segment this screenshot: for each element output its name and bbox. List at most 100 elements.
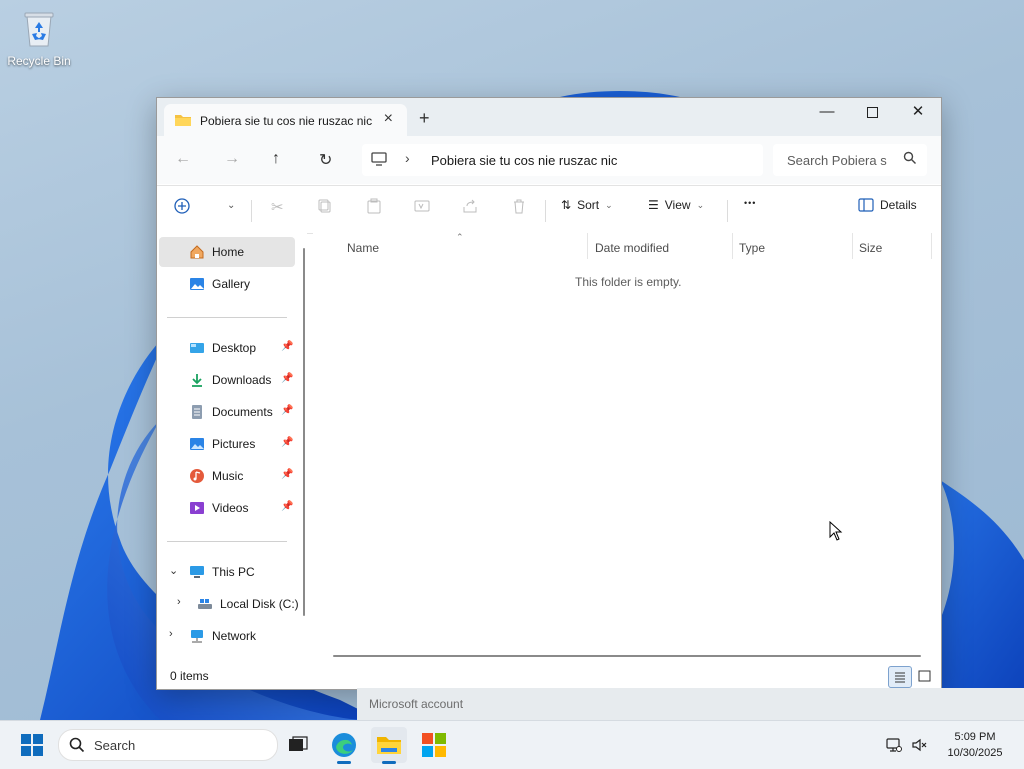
file-explorer-button[interactable]	[371, 727, 407, 764]
file-explorer-window: Pobiera sie tu cos nie ruszac nic × + — …	[156, 97, 942, 690]
details-button[interactable]: Details	[858, 198, 917, 212]
sidebar-item-label: Network	[212, 629, 257, 643]
network-status-icon[interactable]	[886, 737, 902, 756]
sidebar-item-label: Music	[212, 469, 244, 483]
recycle-bin-icon	[21, 8, 57, 48]
edge-button[interactable]	[326, 727, 362, 764]
horizontal-scrollbar[interactable]	[333, 655, 921, 657]
task-view-icon	[289, 736, 308, 751]
view-button[interactable]: ☰ View ⌄	[648, 198, 704, 212]
column-divider[interactable]	[732, 233, 733, 259]
microsoft-store-button[interactable]	[416, 727, 452, 763]
new-dropdown-chevron-icon[interactable]: ⌄	[227, 200, 235, 211]
sidebar-item-home[interactable]: Home	[159, 237, 295, 267]
downloads-icon	[189, 372, 205, 391]
close-tab-icon[interactable]: ×	[384, 110, 393, 128]
sidebar-item-downloads[interactable]: Downloads 📌	[159, 365, 295, 395]
search-box[interactable]: Search Pobiera sie tu cos nie ruszac nic	[773, 144, 927, 176]
cut-icon[interactable]: ✂	[271, 198, 284, 216]
back-button[interactable]: ←	[175, 150, 191, 168]
column-divider[interactable]	[931, 233, 932, 259]
sidebar-item-label: Downloads	[212, 373, 272, 387]
recycle-bin[interactable]: Recycle Bin	[6, 8, 72, 68]
maximize-button[interactable]	[849, 98, 895, 128]
chevron-down-icon: ⌄	[605, 199, 613, 210]
pin-icon[interactable]: 📌	[281, 501, 293, 512]
new-tab-button[interactable]: +	[419, 109, 430, 127]
separator	[545, 200, 546, 222]
navigation-scrollbar[interactable]	[303, 248, 305, 616]
column-header-name[interactable]: Name	[347, 241, 379, 255]
see-more-button[interactable]: •••	[744, 198, 756, 208]
pin-icon[interactable]: 📌	[281, 373, 293, 384]
navigation-bar: ← → ↑ ↻ › Pobiera sie tu cos nie ruszac …	[157, 136, 941, 184]
column-header-type[interactable]: Type	[739, 241, 765, 255]
microsoft-store-icon	[422, 733, 446, 757]
clock-date: 10/30/2025	[947, 747, 1003, 759]
up-button[interactable]: ↑	[272, 150, 280, 168]
sidebar-item-videos[interactable]: Videos 📌	[159, 493, 295, 523]
videos-icon	[189, 500, 205, 519]
search-icon	[69, 737, 85, 756]
task-view-button[interactable]	[280, 727, 316, 763]
system-clock[interactable]: 5:09 PM 10/30/2025	[932, 729, 1018, 761]
sort-button[interactable]: ⇅ Sort ⌄	[561, 198, 613, 212]
folder-icon	[174, 113, 192, 130]
share-icon[interactable]	[462, 198, 478, 214]
plus-circle-icon	[174, 198, 190, 214]
address-bar[interactable]: › Pobiera sie tu cos nie ruszac nic	[362, 144, 763, 176]
chevron-right-icon[interactable]: ›	[177, 596, 181, 608]
chevron-down-icon[interactable]: ⌄	[169, 564, 178, 577]
network-icon	[189, 628, 205, 647]
column-header-size[interactable]: Size	[859, 241, 882, 255]
pin-icon[interactable]: 📌	[281, 437, 293, 448]
chevron-right-icon[interactable]: ›	[405, 150, 410, 166]
music-icon	[189, 468, 205, 487]
column-divider[interactable]	[587, 233, 588, 259]
pin-icon[interactable]: 📌	[281, 341, 293, 352]
navigation-pane: Home Gallery Desktop 📌 Downloads 📌 Docum…	[157, 233, 307, 663]
address-path[interactable]: Pobiera sie tu cos nie ruszac nic	[431, 153, 617, 168]
sidebar-item-pictures[interactable]: Pictures 📌	[159, 429, 295, 459]
sidebar-item-this-pc[interactable]: ⌄ This PC	[159, 557, 295, 587]
sidebar-item-documents[interactable]: Documents 📌	[159, 397, 295, 427]
details-pane-icon	[858, 198, 874, 212]
command-bar: ⌄ ✂ ⇅ Sort ⌄ ☰ View ⌄ ••• Details	[157, 185, 941, 234]
tab-current-folder[interactable]: Pobiera sie tu cos nie ruszac nic ×	[164, 104, 407, 136]
start-button[interactable]	[21, 734, 43, 759]
column-divider[interactable]	[852, 233, 853, 259]
title-bar: Pobiera sie tu cos nie ruszac nic × + — …	[157, 98, 941, 136]
rename-icon[interactable]	[414, 198, 430, 214]
forward-button[interactable]: →	[224, 150, 240, 168]
sidebar-item-local-disk[interactable]: › Local Disk (C:)	[159, 589, 299, 619]
column-header-date-modified[interactable]: Date modified	[595, 241, 669, 255]
copy-icon[interactable]	[317, 198, 333, 214]
paste-icon[interactable]	[366, 198, 382, 214]
empty-folder-message: This folder is empty.	[575, 275, 682, 289]
details-view-button[interactable]	[888, 666, 912, 688]
chevron-right-icon[interactable]: ›	[169, 628, 173, 640]
refresh-button[interactable]: ↻	[319, 150, 332, 170]
pin-icon[interactable]: 📌	[281, 405, 293, 416]
minimize-button[interactable]: —	[804, 98, 850, 128]
sidebar-item-label: Documents	[212, 405, 273, 419]
taskbar-search[interactable]: Search	[58, 729, 278, 761]
recycle-bin-label: Recycle Bin	[7, 54, 71, 68]
tiles-view-button[interactable]	[913, 666, 935, 686]
pictures-icon	[189, 436, 205, 455]
home-icon	[189, 244, 205, 263]
delete-icon[interactable]	[511, 198, 527, 214]
sidebar-item-gallery[interactable]: Gallery	[159, 269, 295, 299]
notification-strip[interactable]: Microsoft account	[357, 688, 1024, 720]
sidebar-item-desktop[interactable]: Desktop 📌	[159, 333, 295, 363]
sidebar-item-music[interactable]: Music 📌	[159, 461, 295, 491]
sidebar-item-label: Local Disk (C:)	[220, 597, 299, 611]
new-button[interactable]	[174, 198, 190, 214]
sidebar-item-label: Videos	[212, 501, 249, 515]
volume-muted-icon[interactable]	[911, 737, 927, 756]
search-input[interactable]: Search Pobiera sie tu cos nie ruszac nic	[787, 153, 887, 168]
pin-icon[interactable]: 📌	[281, 469, 293, 480]
view-icon: ☰	[648, 198, 659, 212]
close-window-button[interactable]: ✕	[895, 98, 941, 128]
sidebar-item-network[interactable]: › Network	[159, 621, 295, 651]
